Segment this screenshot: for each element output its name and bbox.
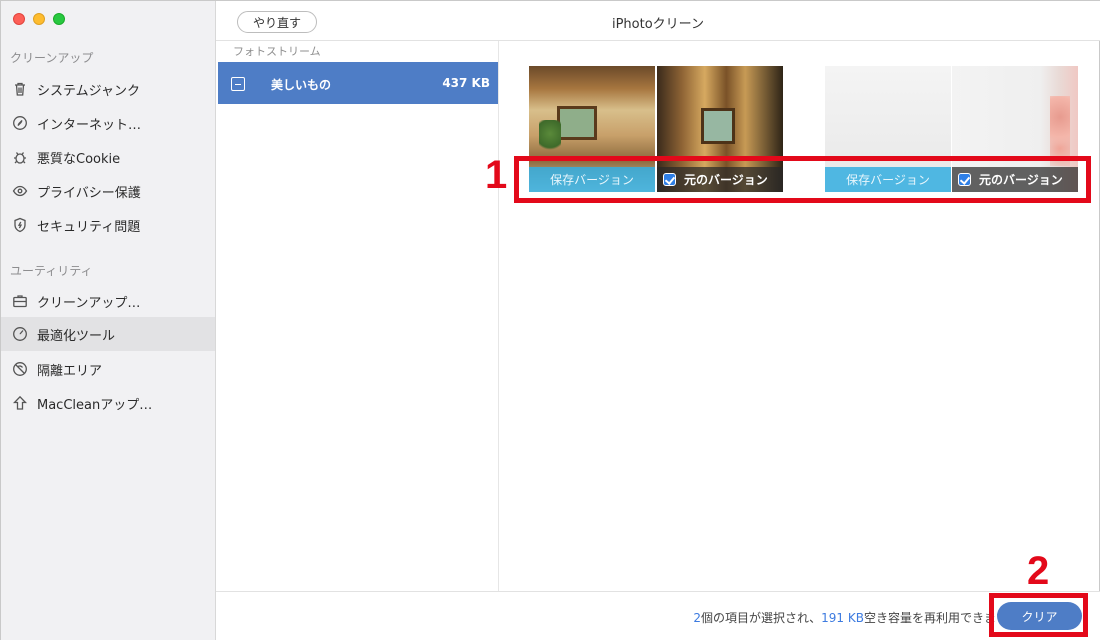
- sidebar-item-privacy[interactable]: プライバシー保護: [1, 174, 215, 208]
- reclaimable-size: 191 KB: [821, 611, 864, 625]
- eye-icon: [11, 182, 29, 200]
- sidebar-item-label: セキュリティ問題: [37, 219, 141, 235]
- sidebar-item-label: 最適化ツール: [37, 328, 116, 344]
- sidebar-item-label: システムジャンク: [37, 83, 140, 99]
- sidebar-item-label: MacCleanアップ…: [37, 397, 153, 413]
- gauge-icon: [11, 325, 29, 343]
- list-item-size: 437 KB: [442, 76, 490, 90]
- sidebar-item-label: 隔離エリア: [37, 363, 103, 379]
- briefcase-icon: [11, 292, 29, 310]
- partial-checkbox[interactable]: [231, 77, 245, 91]
- sidebar-item-internet[interactable]: インターネット…: [1, 106, 215, 140]
- sidebar-item-optimizer[interactable]: 最適化ツール: [1, 317, 215, 351]
- sidebar-item-system-junk[interactable]: システムジャンク: [1, 72, 215, 106]
- sidebar-item-cleanup[interactable]: クリーンアップ…: [1, 284, 215, 318]
- sidebar-item-label: プライバシー保護: [37, 185, 141, 201]
- trash-icon: [11, 80, 29, 98]
- sidebar-item-macclean-update[interactable]: MacCleanアップ…: [1, 386, 215, 420]
- status-text-1: 個の項目が選択され、: [701, 611, 822, 625]
- annotation-number-1: 1: [485, 153, 508, 197]
- close-window-button[interactable]: [13, 13, 25, 25]
- window-controls: [13, 13, 65, 25]
- sidebar-item-malicious-cookie[interactable]: 悪質なCookie: [1, 140, 215, 174]
- annotation-number-2: 2: [1027, 549, 1050, 593]
- status-text-2: 空き容量を再利用できます: [863, 611, 1008, 625]
- zoom-window-button[interactable]: [53, 13, 65, 25]
- upload-arrow-icon: [11, 394, 29, 412]
- list-item[interactable]: 美しいもの 437 KB: [218, 62, 498, 104]
- section-label-cleanup: クリーンアップ: [10, 51, 94, 65]
- photostream-list: フォトストリーム 美しいもの 437 KB: [216, 41, 499, 591]
- quarantine-icon: [11, 360, 29, 378]
- toolbar: やり直す iPhotoクリーン: [216, 1, 1100, 41]
- footer-bar: 2個の項目が選択され、191 KB空き容量を再利用できます クリア: [216, 591, 1100, 640]
- sidebar-item-label: インターネット…: [37, 117, 142, 133]
- list-item-name: 美しいもの: [271, 78, 332, 92]
- sidebar: クリーンアップ システムジャンク インターネット… 悪質なCookie プライバ…: [1, 1, 216, 640]
- app-window: クリーンアップ システムジャンク インターネット… 悪質なCookie プライバ…: [0, 0, 1100, 640]
- selection-status: 2個の項目が選択され、191 KB空き容量を再利用できます: [693, 609, 1008, 626]
- minimize-window-button[interactable]: [33, 13, 45, 25]
- window-title: iPhotoクリーン: [611, 17, 705, 32]
- compass-icon: [11, 114, 29, 132]
- sidebar-item-label: 悪質なCookie: [37, 151, 121, 167]
- selected-count: 2: [693, 611, 702, 625]
- bug-icon: [11, 148, 29, 166]
- highlight-box-1: [514, 156, 1091, 203]
- shield-icon: [11, 216, 29, 234]
- highlight-box-2: [989, 593, 1088, 637]
- section-label-utility: ユーティリティ: [10, 264, 93, 278]
- list-header: フォトストリーム: [233, 45, 321, 58]
- sidebar-item-quarantine[interactable]: 隔離エリア: [1, 352, 215, 386]
- sidebar-item-label: クリーンアップ…: [37, 295, 141, 311]
- sidebar-item-security[interactable]: セキュリティ問題: [1, 208, 215, 242]
